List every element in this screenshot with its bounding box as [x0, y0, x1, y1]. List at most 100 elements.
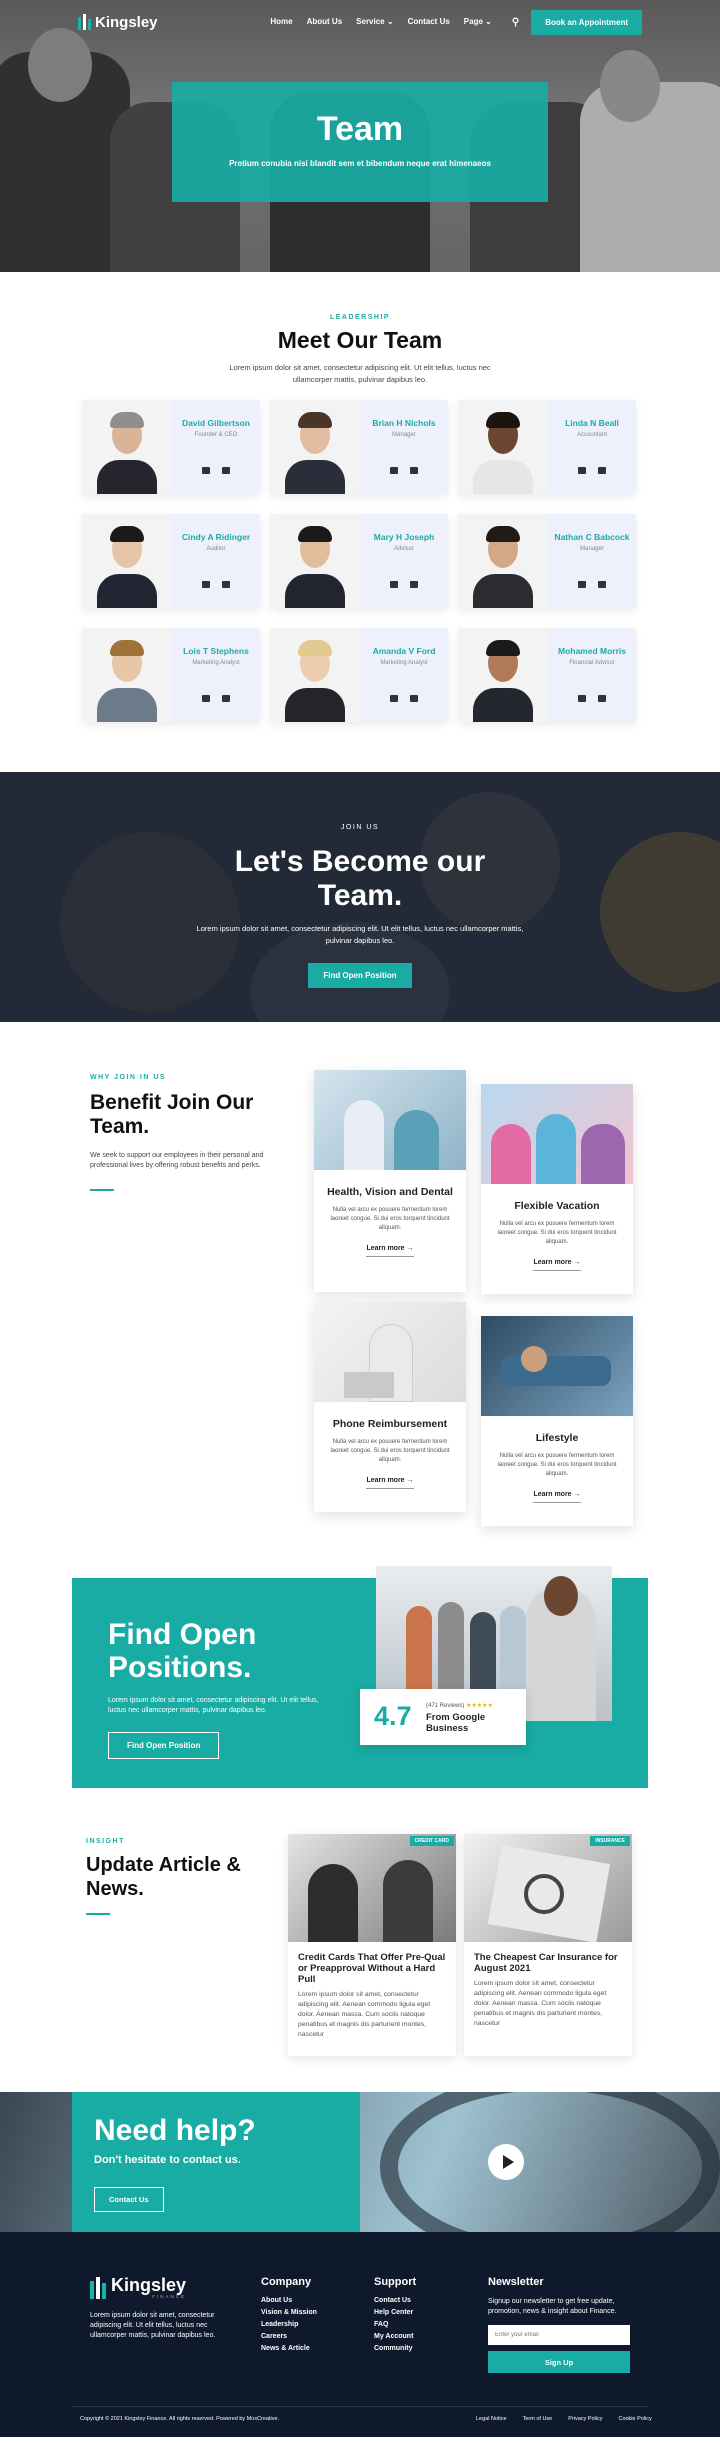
news-eyebrow: INSIGHT	[86, 1838, 125, 1845]
email-icon[interactable]	[410, 581, 418, 588]
linkedin-icon[interactable]	[390, 695, 398, 702]
team-member-role: Advisor	[393, 546, 414, 552]
nav-item-service[interactable]: Service ⌄	[356, 17, 393, 28]
footer-link-contact-us[interactable]: Contact Us	[374, 2297, 416, 2304]
help-title: Need help?	[94, 2114, 256, 2147]
benefit-card-title: Lifestyle	[535, 1432, 579, 1444]
footer-link-help-center[interactable]: Help Center	[374, 2309, 416, 2316]
join-section: JOIN US Let's Become our Team. Lorem ipsu…	[0, 772, 720, 1022]
linkedin-icon[interactable]	[202, 581, 210, 588]
newsletter-title: Newsletter	[488, 2276, 544, 2288]
article-card[interactable]: INSURANCE The Cheapest Car Insurance for…	[464, 1834, 632, 2056]
find-positions-section: Find Open Positions. Lorem ipsum dolor si…	[0, 1562, 720, 1792]
cookie-policy-link[interactable]: Cookie Policy	[618, 2416, 651, 2422]
footer-link-my-account[interactable]: My Account	[374, 2333, 416, 2340]
team-member-role: Marketing Analyst	[380, 660, 428, 666]
email-icon[interactable]	[410, 695, 418, 702]
learn-more-link[interactable]: Learn more →	[533, 1491, 581, 1503]
team-member-photo	[270, 400, 360, 494]
linkedin-icon[interactable]	[578, 695, 586, 702]
email-icon[interactable]	[222, 467, 230, 474]
linkedin-icon[interactable]	[578, 467, 586, 474]
join-text: Lorem ipsum dolor sit amet, consectetur …	[196, 924, 524, 945]
footer-link-faq[interactable]: FAQ	[374, 2321, 416, 2328]
find-title: Find Open Positions.	[108, 1618, 257, 1684]
team-member-name[interactable]: Cindy A Ridinger	[172, 532, 260, 542]
article-excerpt: Lorem ipsum dolor sit amet, consectetur …	[298, 1991, 431, 2038]
team-member-name[interactable]: Mohamed Morris	[548, 646, 636, 656]
top-nav: Kingsley Home About Us Service ⌄ Contact…	[0, 0, 720, 44]
team-member-name[interactable]: Linda N Beall	[548, 418, 636, 428]
footer-link-about-us[interactable]: About Us	[261, 2297, 317, 2304]
linkedin-icon[interactable]	[390, 467, 398, 474]
star-rating-icon: ★★★★★	[466, 1703, 493, 1709]
team-member-name[interactable]: Amanda V Ford	[360, 646, 448, 656]
logo[interactable]: Kingsley	[78, 14, 158, 31]
team-member-name[interactable]: Nathan C Babcock	[548, 532, 636, 542]
team-member-card: Lois T Stephens Marketing Analyst	[82, 628, 260, 722]
linkedin-icon[interactable]	[390, 581, 398, 588]
legal-notice-link[interactable]: Legal Notice	[476, 2416, 507, 2422]
article-title[interactable]: The Cheapest Car Insurance for August 20…	[464, 1942, 632, 1979]
find-open-position-button[interactable]: Find Open Position	[108, 1732, 220, 1759]
learn-more-link[interactable]: Learn more →	[366, 1477, 414, 1489]
team-member-role: Manager	[392, 432, 416, 438]
team-member-name[interactable]: David Gilbertson	[172, 418, 260, 428]
team-lead: Lorem ipsum dolor sit amet, consectetur …	[229, 363, 491, 384]
email-icon[interactable]	[410, 467, 418, 474]
article-card[interactable]: CREDIT CARD Credit Cards That Offer Pre-…	[288, 1834, 456, 2056]
benefit-card: Phone Reimbursement Nulla vel arcu ex po…	[314, 1302, 466, 1512]
article-excerpt: Lorem ipsum dolor sit amet, consectetur …	[474, 1980, 607, 2027]
email-icon[interactable]	[222, 695, 230, 702]
newsletter-email-input[interactable]	[488, 2325, 630, 2345]
article-image: CREDIT CARD	[288, 1834, 456, 1942]
learn-more-link[interactable]: Learn more →	[533, 1259, 581, 1271]
learn-more-link[interactable]: Learn more →	[366, 1245, 414, 1257]
footer-link-leadership[interactable]: Leadership	[261, 2321, 317, 2328]
article-image: INSURANCE	[464, 1834, 632, 1942]
team-member-photo	[82, 514, 172, 608]
nav-item-page[interactable]: Page ⌄	[464, 17, 492, 28]
footer-support-title: Support	[374, 2276, 417, 2288]
rating-card: 4.7 (471 Reviews) ★★★★★ From Google Busin…	[360, 1689, 526, 1745]
footer-divider	[72, 2406, 648, 2407]
sign-up-button[interactable]: Sign Up	[488, 2351, 630, 2373]
email-icon[interactable]	[598, 695, 606, 702]
team-member-photo	[82, 628, 172, 722]
team-member-name[interactable]: Mary H Joseph	[360, 532, 448, 542]
team-member-name[interactable]: Lois T Stephens	[172, 646, 260, 656]
footer-link-careers[interactable]: Careers	[261, 2333, 317, 2340]
team-member-photo	[270, 514, 360, 608]
nav-item-about-us[interactable]: About Us	[307, 17, 343, 28]
chevron-down-icon: ⌄	[485, 16, 492, 26]
play-icon	[502, 2155, 514, 2169]
search-icon[interactable]: ⚲	[512, 17, 519, 28]
footer: Kingsley FINANCE Lorem ipsum dolor sit a…	[0, 2232, 720, 2437]
benefit-text: We seek to support our employees in thei…	[90, 1152, 264, 1169]
book-appointment-button[interactable]: Book an Appointment	[531, 9, 642, 35]
email-icon[interactable]	[222, 581, 230, 588]
find-open-position-button[interactable]: Find Open Position	[308, 963, 412, 988]
team-member-role: Financial Advisor	[569, 660, 615, 666]
footer-logo[interactable]: Kingsley FINANCE	[90, 2276, 230, 2299]
terms-link[interactable]: Term of Use	[523, 2416, 553, 2422]
footer-link-community[interactable]: Community	[374, 2345, 416, 2352]
play-video-button[interactable]	[488, 2144, 524, 2180]
linkedin-icon[interactable]	[578, 581, 586, 588]
team-member-name[interactable]: Brian H Nichols	[360, 418, 448, 428]
team-section: LEADERSHIP Meet Our Team Lorem ipsum dol…	[0, 272, 720, 772]
privacy-policy-link[interactable]: Privacy Policy	[568, 2416, 602, 2422]
footer-link-news[interactable]: News & Article	[261, 2345, 317, 2352]
contact-us-button[interactable]: Contact Us	[94, 2187, 164, 2212]
linkedin-icon[interactable]	[202, 695, 210, 702]
news-section: INSIGHT Update Article & News. CREDIT CAR…	[0, 1792, 720, 2092]
email-icon[interactable]	[598, 467, 606, 474]
footer-link-vision[interactable]: Vision & Mission	[261, 2309, 317, 2316]
email-icon[interactable]	[598, 581, 606, 588]
help-box: Need help? Don't hesitate to contact us.…	[72, 2092, 360, 2232]
linkedin-icon[interactable]	[202, 467, 210, 474]
article-title[interactable]: Credit Cards That Offer Pre-Qual or Prea…	[288, 1942, 456, 1990]
nav-item-contact-us[interactable]: Contact Us	[408, 17, 450, 28]
team-member-role: Accountant	[576, 432, 608, 438]
nav-item-home[interactable]: Home	[270, 17, 292, 28]
